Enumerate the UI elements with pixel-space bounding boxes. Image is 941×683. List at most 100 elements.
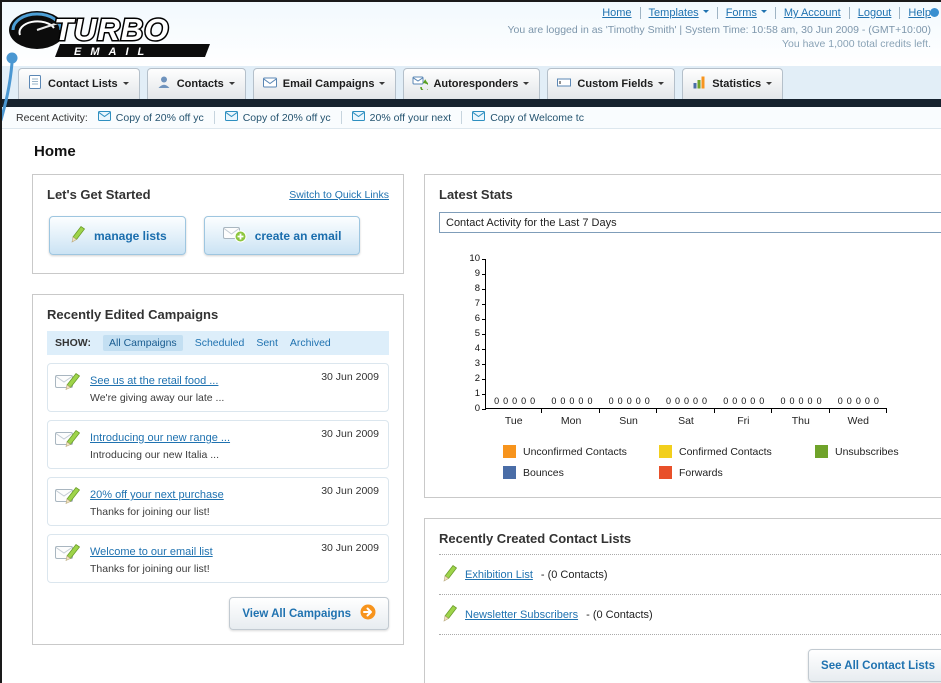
recent-activity-item[interactable]: Copy of 20% off yc [88,111,215,124]
envelope-pencil-icon [55,542,81,569]
recent-activity-item[interactable]: Copy of Welcome tc [462,111,594,124]
filter-sent[interactable]: Sent [256,337,278,349]
bar-group-fri: 00000 [723,396,765,406]
header: TURBO EMAIL Home Templates Forms My Account… [2,2,941,122]
recent-activity-item[interactable]: 20% off your next [342,111,463,124]
chart-x-axis: Tue Mon Sun Sat Fri Thu Wed [485,415,887,427]
campaign-title-link[interactable]: Welcome to our email list [90,546,213,558]
create-email-button[interactable]: create an email [203,216,361,255]
campaign-subtitle: We're giving away our late ... [90,392,225,404]
filter-archived[interactable]: Archived [290,337,331,349]
campaign-title-link[interactable]: Introducing our new range ... [90,432,230,444]
campaign-subtitle: Thanks for joining our list! [90,563,210,575]
bar-group-tue: 00000 [494,396,536,406]
logo-subtitle: EMAIL [74,46,153,58]
pencil-icon [441,604,458,625]
tab-statistics[interactable]: Statistics [682,68,784,99]
legend-swatch [503,445,516,458]
bar-group-sun: 00000 [608,396,650,406]
tab-contacts[interactable]: Contacts [146,68,246,99]
tab-custom-fields[interactable]: Custom Fields [547,68,676,99]
pencil-icon [441,564,458,585]
page-title: Home [34,143,76,160]
filter-all-campaigns[interactable]: All Campaigns [102,335,183,351]
campaign-title-link[interactable]: See us at the retail food ... [90,375,218,387]
x-axis-label: Sun [619,415,638,427]
x-axis-label: Thu [791,415,810,427]
login-status-text: You are logged in as 'Timothy Smith' | S… [507,24,931,36]
top-nav: Home Templates Forms My Account Logout Help [507,7,931,19]
campaigns-title: Recently Edited Campaigns [47,307,219,322]
chart-plot-area: 00000 00000 00000 00000 00000 00000 00000 [485,259,887,409]
create-email-label: create an email [254,228,342,243]
logo-title: TURBO [54,12,169,47]
legend-label: Confirmed Contacts [679,445,772,458]
x-axis-label: Sat [678,415,694,427]
contact-list-link[interactable]: Newsletter Subscribers [465,609,578,621]
nav-link-home[interactable]: Home [602,7,631,19]
campaign-date: 30 Jun 2009 [321,371,379,383]
tab-label: Contacts [176,77,224,90]
legend-item: Confirmed Contacts [659,445,815,458]
bar-group-sat: 00000 [665,396,708,406]
activity-item-label: 20% off your next [369,111,452,124]
chart-x-ticks [485,409,887,413]
nav-link-label: Templates [648,7,699,19]
view-all-campaigns-button[interactable]: View All Campaigns [229,597,389,630]
chevron-down-icon [228,82,235,88]
stats-period-value: Contact Activity for the Last 7 Days [446,216,617,229]
chevron-down-icon [760,10,767,16]
legend-swatch [659,445,672,458]
tab-label: Contact Lists [48,77,118,90]
filter-scheduled[interactable]: Scheduled [195,337,245,349]
nav-link-forms[interactable]: Forms [716,7,767,19]
email-icon [97,111,111,124]
nav-link-logout[interactable]: Logout [848,7,892,19]
contact-list-item: Exhibition List - (0 Contacts) [439,555,941,595]
latest-stats-panel: Latest Stats Contact Activity for the La… [424,174,941,498]
contact-activity-chart: 10 9 8 7 6 5 4 3 2 1 0 000000000000000000000000000… [463,254,941,479]
envelope-pencil-icon [55,428,81,455]
nav-link-help[interactable]: Help [899,7,931,19]
contact-list-link[interactable]: Exhibition List [465,569,533,581]
activity-item-label: Copy of 20% off yc [115,111,204,124]
view-all-campaigns-label: View All Campaigns [242,607,351,620]
nav-link-my-account[interactable]: My Account [774,7,841,19]
tab-contact-lists[interactable]: Contact Lists [18,68,140,99]
campaign-title-link[interactable]: 20% off your next purchase [90,489,224,501]
legend-swatch [815,445,828,458]
nav-link-label: Logout [857,7,892,19]
chevron-down-icon [122,82,129,88]
activity-item-label: Copy of 20% off yc [242,111,331,124]
email-icon [472,111,486,124]
nav-link-label: Help [908,7,931,19]
manage-lists-button[interactable]: manage lists [49,216,186,255]
legend-swatch [659,466,672,479]
contact-list-count: - (0 Contacts) [586,608,653,621]
tab-label: Autoresponders [433,77,519,90]
see-all-contact-lists-label: See All Contact Lists [821,659,935,672]
chevron-down-icon [379,82,386,88]
chart-y-axis: 10 9 8 7 6 5 4 3 2 1 0 [463,254,486,413]
bar-group-mon: 00000 [551,396,593,406]
campaign-list-item: 20% off your next purchase Thanks for jo… [47,477,389,526]
main-content: Home Let's Get Started Switch to Quick L… [2,129,941,683]
see-all-contact-lists-button[interactable]: See All Contact Lists [808,649,941,682]
contact-lists-icon [27,74,43,93]
credits-text: You have 1,000 total credits left. [781,38,931,50]
recent-activity-item[interactable]: Copy of 20% off yc [215,111,342,124]
chart-value-labels: 00000 00000 00000 00000 00000 00000 00000 [486,396,887,406]
legend-item: Unsubscribes [815,445,941,458]
switch-to-quick-links-link[interactable]: Switch to Quick Links [289,189,389,201]
contacts-icon [156,74,172,93]
campaign-date: 30 Jun 2009 [321,542,379,554]
nav-link-label: Forms [725,7,757,19]
main-nav-tabs: Contact Lists Contacts Email Campaigns A… [2,66,941,99]
nav-link-templates[interactable]: Templates [639,7,709,19]
pencil-icon [68,225,86,246]
stats-period-select[interactable]: Contact Activity for the Last 7 Days [439,212,941,233]
show-label: SHOW: [55,337,91,349]
tab-email-campaigns[interactable]: Email Campaigns [252,68,397,99]
envelope-plus-icon [222,225,247,246]
tab-autoresponders[interactable]: Autoresponders [403,68,541,99]
